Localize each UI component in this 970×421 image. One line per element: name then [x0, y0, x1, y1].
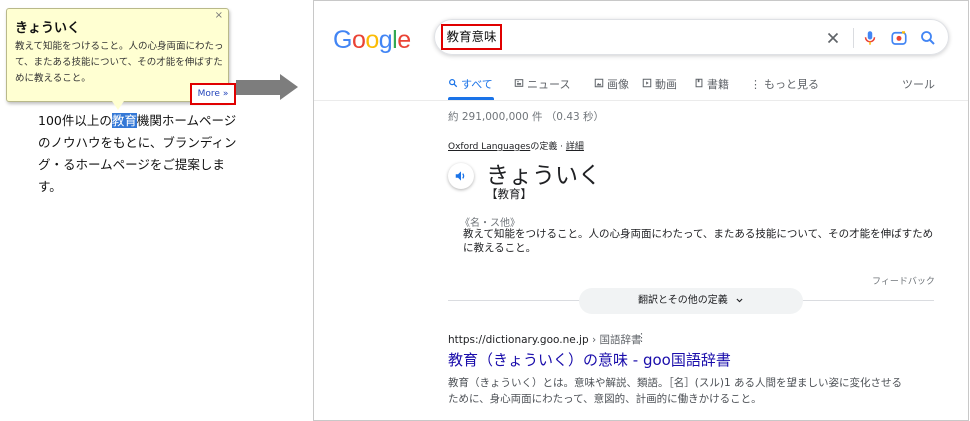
logo-letter: o	[351, 26, 366, 54]
popup-headword: きょういく	[15, 21, 81, 36]
news-icon	[514, 78, 524, 91]
logo-letter: e	[397, 26, 411, 54]
clear-icon[interactable]	[824, 29, 842, 47]
google-search-window: Google 教育意味 すべて ニュース 画像 動画 書籍 ⋮ もっと見る ツー…	[313, 0, 969, 421]
tabs-divider	[314, 100, 968, 101]
popup-pointer	[112, 101, 124, 110]
search-tabs: すべて ニュース 画像 動画 書籍 ⋮ もっと見る ツール	[448, 76, 958, 94]
tab-label: 書籍	[707, 78, 729, 91]
arrow-right-icon	[236, 80, 282, 95]
pronunciation-button[interactable]	[448, 163, 474, 189]
arrow-head-icon	[280, 74, 298, 100]
tab-label: ニュース	[527, 78, 571, 91]
logo-letter: G	[333, 26, 352, 54]
search-query[interactable]: 教育意味	[441, 24, 502, 50]
result-snippet: 教育（きょういく）とは。意味や解説、類語。［名］(スル)1 ある人間を望ましい姿…	[448, 377, 902, 405]
feedback-link[interactable]: フィードバック	[872, 274, 935, 287]
dictionary-popup: × きょういく 教えて知能をつけること。人の心身両面にわたって、またある技能につ…	[6, 8, 236, 105]
result-url[interactable]: https://dictionary.goo.ne.jp › 国語辞書	[448, 332, 642, 347]
more-vert-icon: ⋮	[750, 78, 761, 91]
tab-books[interactable]: 書籍	[694, 76, 729, 92]
details-link[interactable]: 詳細	[566, 142, 584, 152]
popup-more-link[interactable]: More »	[190, 83, 236, 105]
dictionary-source: Oxford Languagesの定義 · 詳細	[448, 139, 584, 152]
tab-images[interactable]: 画像	[594, 76, 629, 92]
book-icon	[694, 78, 704, 91]
logo-letter: g	[378, 26, 393, 54]
google-logo[interactable]: Google	[333, 26, 411, 55]
more-definitions-label: 翻訳とその他の定義	[638, 295, 728, 306]
search-icon[interactable]	[919, 29, 937, 47]
webpage-body-text: 100件以上の教育機関ホームページのノウハウをもとに、ブランディング・るホームペ…	[38, 110, 248, 198]
popup-definition: 教えて知能をつけること。人の心身両面にわたって、またある技能について、その才能を…	[15, 41, 224, 84]
tab-news[interactable]: ニュース	[514, 76, 570, 92]
result-stats: 約 291,000,000 件 （0.43 秒）	[448, 111, 605, 123]
tab-label: 動画	[655, 78, 677, 91]
tab-all[interactable]: すべて	[448, 76, 493, 92]
body-text-before: 100件以上の	[38, 113, 112, 128]
image-icon	[594, 78, 604, 91]
tab-label: もっと見る	[764, 78, 819, 91]
search-box[interactable]: 教育意味	[434, 19, 949, 55]
speaker-icon	[455, 171, 465, 181]
tab-videos[interactable]: 動画	[642, 76, 677, 92]
logo-letter: o	[365, 26, 379, 54]
tab-more[interactable]: ⋮ もっと見る	[750, 76, 819, 92]
tab-label: すべて	[461, 78, 493, 91]
video-icon	[642, 78, 652, 91]
result-options-icon[interactable]: ⋮	[636, 331, 647, 344]
camera-lens-icon[interactable]	[890, 29, 908, 47]
search-icon	[448, 78, 458, 91]
tab-label: 画像	[607, 78, 629, 91]
oxford-languages-link[interactable]: Oxford Languages	[448, 142, 530, 152]
popup-close-icon[interactable]: ×	[215, 10, 223, 21]
search-box-divider	[853, 28, 854, 48]
tools-button[interactable]: ツール	[902, 76, 935, 92]
result-domain: https://dictionary.goo.ne.jp	[448, 334, 589, 346]
result-breadcrumb: › 国語辞書	[588, 334, 642, 346]
more-definitions-button[interactable]: 翻訳とその他の定義	[579, 288, 803, 314]
result-title-link[interactable]: 教育（きょういく）の意味 - goo国語辞書	[448, 349, 731, 370]
definition-kanji: 【教育】	[486, 187, 532, 201]
source-suffix: の定義 ·	[530, 142, 566, 152]
definition-headword: きょういく	[486, 163, 601, 189]
definition-text: 教えて知能をつけること。人の心身両面にわたって、またある技能について、その才能を…	[463, 228, 934, 254]
chevron-down-icon	[731, 295, 744, 306]
microphone-icon[interactable]	[861, 29, 879, 47]
selected-word[interactable]: 教育	[111, 113, 137, 128]
